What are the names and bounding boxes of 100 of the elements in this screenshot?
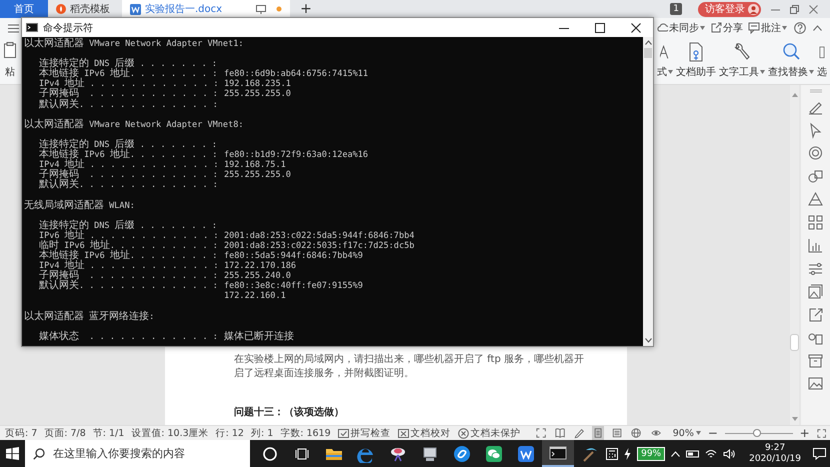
new-tab-button[interactable]: + bbox=[296, 0, 316, 18]
share-icon bbox=[710, 22, 722, 34]
sync-button[interactable]: 未同步 bbox=[656, 21, 705, 35]
ribbon-button[interactable]: 文档助手 bbox=[676, 38, 716, 84]
help-icon[interactable] bbox=[794, 22, 806, 34]
maximize-icon[interactable] bbox=[595, 22, 605, 32]
search-field[interactable]: 在这里输入你要搜索的内容 bbox=[25, 440, 250, 467]
console-value: 172.22.170.186 bbox=[224, 261, 298, 272]
image-stack-icon[interactable] bbox=[807, 283, 824, 300]
ribbon-button[interactable]: 式 bbox=[657, 38, 673, 84]
notification-icon[interactable] bbox=[813, 448, 826, 460]
calculator-icon[interactable] bbox=[606, 448, 618, 460]
flame-icon bbox=[56, 4, 66, 14]
handle-icon[interactable] bbox=[810, 89, 822, 93]
spellcheck-icon bbox=[338, 428, 349, 438]
page-view-icon[interactable] bbox=[592, 426, 604, 440]
tab[interactable]: 实验报告一.docx bbox=[122, 0, 290, 18]
console-line: 无线局域网适配器 WLAN: bbox=[24, 200, 136, 211]
slider-thumb[interactable] bbox=[752, 428, 761, 436]
console-line: 默认网关. . . . . . . . . . . . . : bbox=[38, 281, 219, 292]
ribbon-button[interactable]: 查找替换 bbox=[768, 38, 814, 84]
console-line: 子网掩码 . . . . . . . . . . . . : bbox=[38, 89, 219, 100]
proofread-icon bbox=[398, 428, 409, 438]
share-button[interactable]: 分享 bbox=[710, 21, 743, 35]
console-line: 连接特定的 DNS 后缀 . . . . . . . : bbox=[38, 220, 218, 231]
shapes-icon[interactable] bbox=[807, 168, 824, 185]
console-value: 172.22.160.1 bbox=[224, 291, 287, 302]
close-icon[interactable] bbox=[631, 22, 641, 32]
focus-mode-icon[interactable] bbox=[534, 426, 547, 440]
zoom-in-button[interactable]: + bbox=[800, 427, 810, 439]
device-icon[interactable] bbox=[686, 448, 700, 458]
document-app-icon bbox=[517, 444, 536, 462]
console-value: 255.255.240.0 bbox=[224, 271, 292, 282]
paragraph: 在实验楼上网的局域网内，请扫描出来，哪些机器开启了 ftp 服务，哪些机器开启了远程桌面连接服务，并附截图证明。 bbox=[234, 353, 585, 381]
speaker-icon[interactable] bbox=[723, 448, 736, 458]
scrollbar[interactable] bbox=[790, 85, 799, 425]
console-line: 以太网适配器 VMware Network Adapter VMnet8: bbox=[24, 120, 245, 130]
ribbon-button[interactable]: 文字工具 bbox=[719, 38, 765, 84]
console-line: 以太网适配器 VMware Network Adapter VMnet1: bbox=[24, 39, 245, 50]
status-text: 页面: 7/8 bbox=[44, 426, 86, 440]
paste-button[interactable]: 粘 bbox=[4, 38, 16, 84]
console-value: 媒体已断开连接 bbox=[224, 332, 295, 342]
status-text: 列: 1 bbox=[250, 426, 274, 440]
console-line: IPv4 地址 . . . . . . . . . . . . : bbox=[38, 79, 220, 90]
console-line: 连接特定的 DNS 后缀 . . . . . . . : bbox=[38, 140, 218, 150]
console-line: 本地链接 IPv6 地址. . . . . . . . : bbox=[38, 250, 218, 261]
sliders-icon[interactable] bbox=[807, 260, 824, 277]
status-text: 页码: 7 bbox=[5, 426, 38, 440]
proofread-button[interactable]: 文档校对 bbox=[398, 426, 451, 440]
console-line: 临时 IPv6 地址. . . . . . . . . . : bbox=[38, 240, 219, 251]
clock[interactable]: 9:27 2020/10/19 bbox=[749, 442, 801, 464]
restore-icon[interactable] bbox=[790, 4, 799, 14]
protect-button[interactable]: 文档未保护 bbox=[458, 426, 521, 440]
outline-view-icon[interactable] bbox=[611, 426, 624, 440]
bar-chart-icon[interactable] bbox=[807, 237, 824, 254]
shield-icon bbox=[458, 428, 469, 438]
console-value: 2001:da8:253:c022:5035:f17c:7d25:dc5b bbox=[224, 240, 416, 251]
login-button[interactable]: 访客登录 bbox=[698, 2, 761, 16]
pen-icon[interactable] bbox=[572, 426, 586, 440]
comment-button[interactable]: 批注 bbox=[748, 21, 787, 35]
fit-window-icon[interactable] bbox=[816, 428, 826, 438]
monitor-icon bbox=[256, 4, 266, 14]
cloud-icon bbox=[656, 22, 668, 34]
chat-icon bbox=[485, 444, 504, 462]
console-line: 媒体状态 . . . . . . . . . . . . : bbox=[38, 332, 219, 342]
status-text: 字数: 1619 bbox=[280, 426, 331, 440]
console-value: fe80::6d9b:ab64:6756:7415%11 bbox=[224, 69, 370, 80]
book-icon[interactable] bbox=[554, 426, 566, 440]
tab[interactable]: 首页 bbox=[0, 0, 48, 18]
ring-icon bbox=[261, 444, 280, 462]
scrollbar[interactable] bbox=[643, 37, 653, 346]
archive-icon[interactable] bbox=[807, 352, 824, 369]
clipboard-icon bbox=[4, 42, 16, 58]
ribbon-button[interactable]: 选 bbox=[817, 38, 827, 84]
zoom-dropdown[interactable]: 90% bbox=[672, 428, 701, 438]
scroll-thumb[interactable] bbox=[644, 48, 652, 58]
console-value: 255.255.255.0 bbox=[224, 170, 292, 180]
window-count-badge[interactable]: 1 bbox=[670, 3, 682, 15]
grid-icon[interactable] bbox=[807, 214, 824, 231]
status-text: 设置值: 10.3厘米 bbox=[131, 426, 209, 440]
menu-icon[interactable] bbox=[8, 24, 19, 32]
export-icon[interactable] bbox=[807, 306, 824, 323]
scroll-thumb[interactable] bbox=[790, 334, 799, 351]
globe-icon[interactable] bbox=[630, 426, 643, 440]
scroll-down-icon[interactable] bbox=[644, 338, 652, 343]
collapse-icon[interactable] bbox=[813, 25, 822, 31]
comment-icon bbox=[748, 22, 760, 34]
battery-indicator[interactable]: 99% bbox=[637, 446, 666, 460]
taskbar-app[interactable] bbox=[542, 440, 574, 467]
avatar-icon bbox=[748, 4, 759, 14]
charging-icon[interactable] bbox=[624, 448, 632, 460]
zoom-out-button[interactable]: − bbox=[708, 427, 718, 439]
spellcheck-button[interactable]: 拼写检查 bbox=[338, 426, 391, 440]
windows-logo-icon[interactable] bbox=[6, 447, 20, 460]
image-icon[interactable] bbox=[807, 375, 824, 392]
pyramid-icon[interactable] bbox=[807, 191, 824, 208]
console-line: IPv4 地址 . . . . . . . . . . . . : bbox=[38, 261, 220, 272]
scroll-up-icon[interactable] bbox=[644, 40, 652, 45]
wifi-icon[interactable] bbox=[705, 448, 718, 458]
chevron-up-icon[interactable] bbox=[671, 450, 680, 456]
